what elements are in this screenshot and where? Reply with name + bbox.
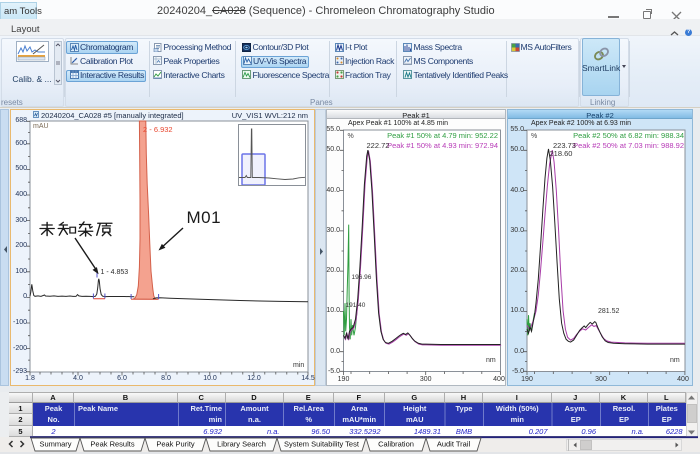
svg-text:Audit Trail: Audit Trail [437, 440, 471, 449]
svg-text:Peak Purity: Peak Purity [156, 440, 195, 449]
svg-text:Summary: Summary [39, 440, 71, 449]
svg-text:Calibration: Calibration [378, 440, 414, 449]
svg-text:System Suitability Test: System Suitability Test [284, 440, 360, 449]
svg-text:Library Search: Library Search [217, 440, 266, 449]
svg-text:Peak Results: Peak Results [90, 440, 134, 449]
